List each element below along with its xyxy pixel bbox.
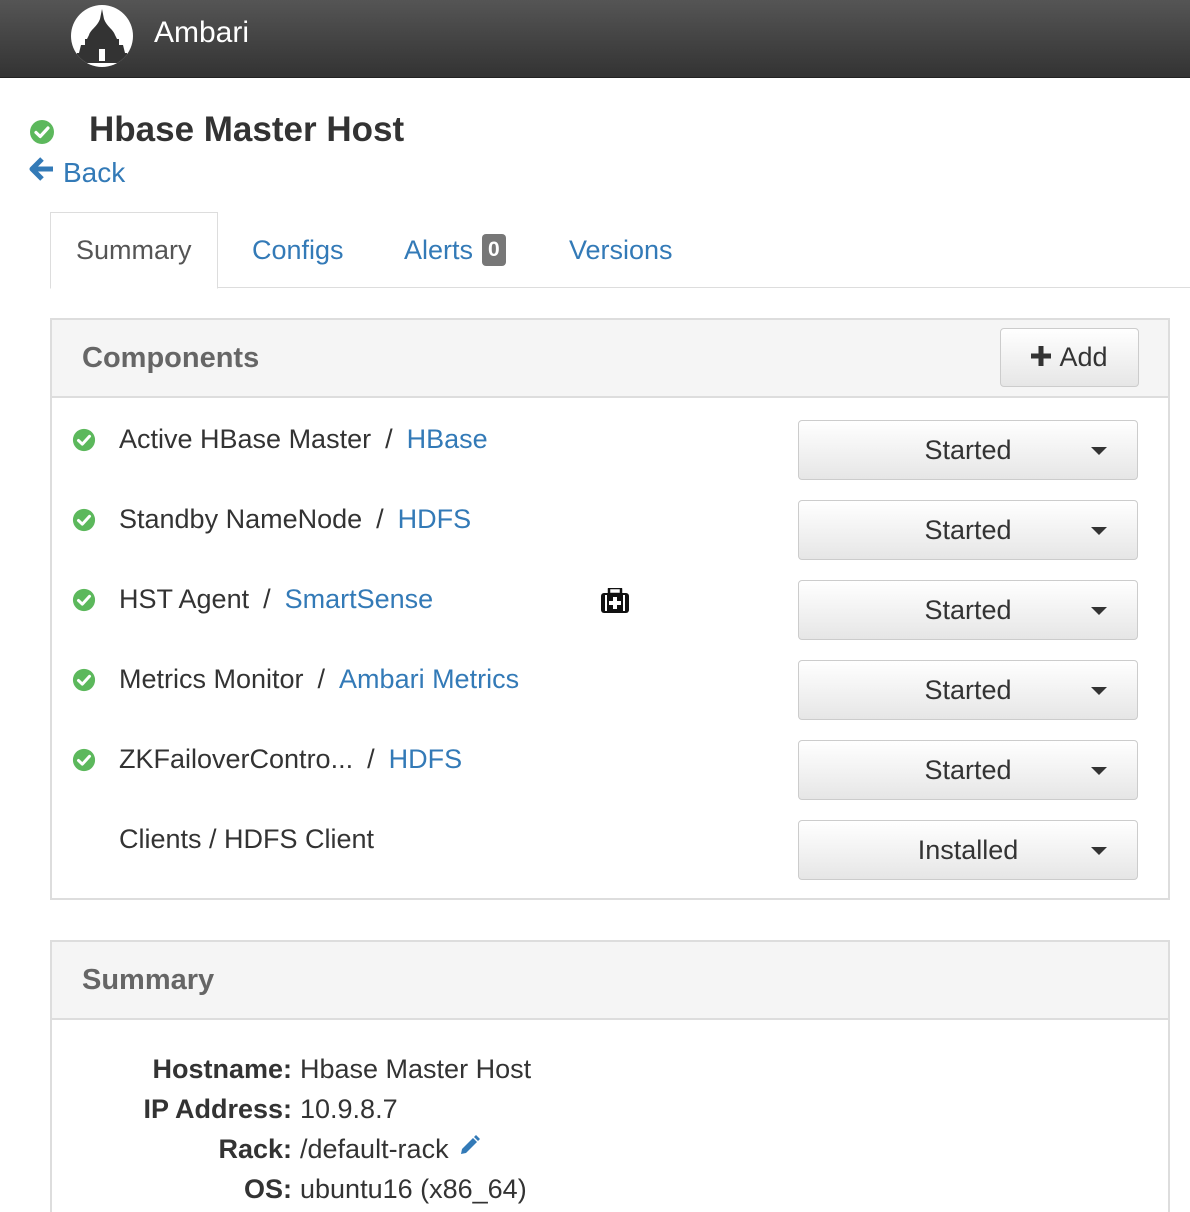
- separator: /: [367, 744, 375, 774]
- top-navbar: Ambari: [0, 0, 1190, 78]
- info-label: OS:: [243, 1174, 292, 1204]
- service-link[interactable]: SmartSense: [285, 584, 434, 614]
- components-panel-heading: Components Add: [52, 320, 1168, 398]
- separator: /: [385, 424, 393, 454]
- component-label: ZKFailoverContro... / HDFS: [119, 744, 462, 775]
- caret-down-icon: [1091, 767, 1107, 775]
- state-label: Started: [924, 594, 1012, 625]
- caret-down-icon: [1091, 607, 1107, 615]
- add-component-button[interactable]: Add: [1000, 328, 1139, 387]
- component-label: Standby NameNode / HDFS: [119, 504, 471, 535]
- service-link[interactable]: HDFS: [389, 744, 463, 774]
- back-label: Back: [63, 156, 126, 188]
- component-row: Metrics Monitor / Ambari Metrics Started: [52, 640, 1168, 720]
- component-state-dropdown[interactable]: Started: [798, 660, 1138, 720]
- separator: /: [376, 504, 384, 534]
- separator: /: [263, 584, 271, 614]
- clients-state-dropdown[interactable]: Installed: [798, 820, 1138, 880]
- caret-down-icon: [1091, 527, 1107, 535]
- ambari-logo-icon[interactable]: [71, 5, 133, 67]
- caret-down-icon: [1091, 687, 1107, 695]
- component-name: Metrics Monitor: [119, 664, 304, 694]
- app-name: Ambari: [154, 16, 250, 49]
- component-state-dropdown[interactable]: Started: [798, 740, 1138, 800]
- tab-configs-label: Configs: [252, 234, 344, 265]
- medkit-icon[interactable]: [600, 586, 630, 619]
- back-link[interactable]: Back: [29, 156, 125, 189]
- arrow-left-icon: [29, 156, 55, 189]
- component-row: Standby NameNode / HDFS Started: [52, 480, 1168, 560]
- separator: /: [317, 664, 326, 694]
- tab-summary[interactable]: Summary: [50, 212, 218, 289]
- tab-versions-label: Versions: [569, 234, 673, 265]
- info-value-rack: /default-rack: [300, 1134, 481, 1165]
- host-tabs: Summary Configs Alerts 0 Versions: [50, 212, 1190, 289]
- rack-value: /default-rack: [300, 1134, 449, 1164]
- clients-label: Clients / HDFS Client: [119, 824, 375, 854]
- components-title: Components: [82, 342, 260, 374]
- component-label: Active HBase Master / HBase: [119, 424, 488, 455]
- component-status-ok-icon: [72, 588, 96, 617]
- component-state-dropdown[interactable]: Started: [798, 580, 1138, 640]
- component-status-ok-icon: [72, 668, 96, 697]
- state-label: Started: [924, 674, 1012, 705]
- info-value: 10.9.8.7: [300, 1094, 398, 1124]
- component-status-ok-icon: [72, 748, 96, 777]
- component-name: Active HBase Master: [119, 424, 372, 454]
- info-value: Hbase Master Host: [300, 1054, 532, 1084]
- component-row: ZKFailoverContro... / HDFS Started: [52, 720, 1168, 800]
- info-label: IP Address:: [143, 1094, 292, 1124]
- host-status-ok-icon: [29, 119, 55, 150]
- component-name: ZKFailoverContro...: [119, 744, 354, 774]
- component-state-dropdown[interactable]: Started: [798, 500, 1138, 560]
- component-label: HST Agent / SmartSense: [119, 584, 433, 615]
- caret-down-icon: [1091, 447, 1107, 455]
- tab-alerts-label: Alerts: [404, 234, 474, 265]
- tab-versions[interactable]: Versions: [569, 212, 673, 288]
- tab-alerts[interactable]: Alerts 0: [404, 212, 506, 288]
- component-name: HST Agent: [119, 584, 250, 614]
- summary-panel: Summary Hostname: Hbase Master Host IP A…: [50, 940, 1170, 1212]
- caret-down-icon: [1091, 847, 1107, 855]
- service-link[interactable]: HDFS: [398, 504, 472, 534]
- component-status-ok-icon: [72, 508, 96, 537]
- components-panel: Components Add Active HBase Master / HBase…: [50, 318, 1170, 900]
- component-name: Standby NameNode: [119, 504, 363, 534]
- state-label: Started: [924, 754, 1012, 785]
- summary-title: Summary: [82, 964, 215, 996]
- tab-summary-label: Summary: [76, 235, 192, 265]
- component-state-dropdown[interactable]: Started: [798, 420, 1138, 480]
- state-label: Started: [924, 514, 1012, 545]
- service-link[interactable]: HBase: [407, 424, 488, 454]
- info-label: Rack:: [218, 1134, 292, 1164]
- state-label: Started: [924, 434, 1012, 465]
- alerts-count-badge: 0: [482, 234, 506, 266]
- component-row: Clients / HDFS Client Installed: [52, 800, 1168, 880]
- info-value: ubuntu16 (x86_64): [300, 1174, 527, 1204]
- page-title: Hbase Master Host: [89, 110, 405, 149]
- component-row: Active HBase Master / HBase Started: [52, 400, 1168, 480]
- add-label: Add: [1059, 342, 1108, 372]
- component-status-ok-icon: [72, 428, 96, 457]
- info-label: Hostname:: [152, 1054, 292, 1084]
- summary-panel-heading: Summary: [52, 942, 1168, 1020]
- plus-icon: [1031, 342, 1052, 373]
- tab-configs[interactable]: Configs: [252, 212, 344, 288]
- service-link[interactable]: Ambari Metrics: [339, 664, 519, 694]
- component-row: HST Agent / SmartSense Started: [52, 560, 1168, 640]
- pencil-icon[interactable]: [457, 1134, 481, 1165]
- component-label: Metrics Monitor / Ambari Metrics: [119, 664, 519, 695]
- state-label: Installed: [917, 834, 1019, 865]
